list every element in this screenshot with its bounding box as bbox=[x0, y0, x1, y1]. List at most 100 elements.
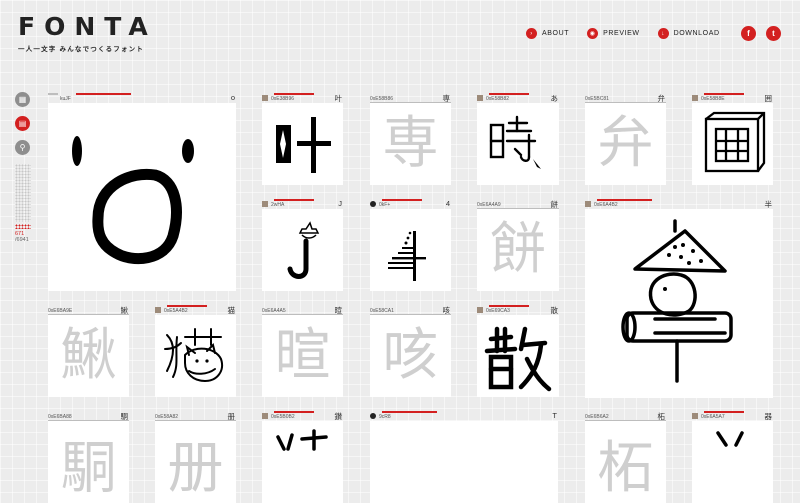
glyph-drawing bbox=[621, 219, 733, 383]
glyph-card[interactable] bbox=[262, 209, 343, 291]
glyph-card[interactable]: 専 bbox=[370, 103, 451, 185]
search-icon[interactable]: ⚲ bbox=[15, 140, 30, 155]
avatar bbox=[477, 307, 483, 313]
glyph-card[interactable]: 暄 bbox=[262, 315, 343, 397]
glyph-card[interactable] bbox=[48, 103, 236, 291]
glyph-card[interactable]: 餅 bbox=[477, 209, 559, 291]
ghost-glyph: 鰍 bbox=[60, 323, 117, 388]
glyph-card[interactable] bbox=[262, 421, 343, 503]
vote-bar bbox=[489, 93, 529, 95]
owner-code: 0xE5B0B2 bbox=[271, 414, 295, 420]
glyph-card[interactable] bbox=[370, 421, 558, 503]
avatar bbox=[692, 95, 698, 101]
cell-header: 0xE6A5A7 器 bbox=[692, 411, 773, 421]
vote-bar bbox=[274, 93, 314, 95]
ghost-glyph: 咳 bbox=[382, 323, 439, 388]
logo-text: FONTA bbox=[18, 12, 157, 41]
cell-header: 0xE5BC81 弁 bbox=[585, 93, 666, 104]
eye-icon: ◉ bbox=[587, 28, 599, 39]
glyph-card[interactable] bbox=[477, 103, 559, 185]
sidebar: ▦ ▤ ⚲ 671 /6941 bbox=[15, 92, 35, 243]
facebook-icon[interactable]: f bbox=[741, 26, 756, 41]
ghost-glyph: 册 bbox=[167, 436, 224, 501]
glyph-drawing bbox=[287, 221, 320, 279]
vote-bar bbox=[704, 93, 744, 95]
glyph-card[interactable]: 弁 bbox=[585, 103, 666, 185]
grid-view-icon[interactable]: ▦ bbox=[15, 92, 30, 107]
glyph-drawing bbox=[388, 231, 426, 281]
twitter-icon[interactable]: t bbox=[766, 26, 781, 41]
cell-header: 0xE58A82 册 bbox=[155, 411, 236, 422]
owner-code: 0xE6A5A7 bbox=[701, 414, 725, 420]
glyph-card[interactable] bbox=[155, 315, 236, 397]
ghost-glyph: 暄 bbox=[274, 323, 331, 388]
glyph-cell: 0xE58A82 册 册 bbox=[155, 411, 236, 503]
glyph-card[interactable]: 鰍 bbox=[48, 315, 129, 397]
cell-header: 0kF+ 4 bbox=[370, 199, 451, 209]
avatar bbox=[477, 95, 483, 101]
vote-bar bbox=[597, 199, 652, 201]
owner-code: 2wHA bbox=[271, 202, 285, 208]
owner-code: kuJF bbox=[60, 96, 71, 102]
nav-download[interactable]: ↓ DOWNLOAD bbox=[657, 28, 720, 39]
glyph-card[interactable] bbox=[692, 103, 773, 185]
avatar bbox=[370, 201, 376, 207]
cell-char: J bbox=[338, 199, 342, 208]
glyph-card[interactable]: 柘 bbox=[585, 421, 666, 503]
glyph-cell: 0xE5BC81 弁 弁 bbox=[585, 93, 666, 185]
glyph-card[interactable] bbox=[370, 209, 451, 291]
cell-header: 0xE6B6A2 柘 bbox=[585, 411, 666, 422]
card-view-icon[interactable]: ▤ bbox=[15, 116, 30, 131]
cell-header: 0xE5A4B2 猫 bbox=[155, 305, 236, 315]
nav-preview[interactable]: ◉ PREVIEW bbox=[587, 28, 639, 39]
glyph-card[interactable] bbox=[585, 209, 773, 398]
cell-header: 0xE58B82 あ bbox=[477, 93, 559, 103]
owner-code: 0xE38B96 bbox=[271, 96, 295, 102]
ghost-glyph: 弁 bbox=[597, 111, 654, 176]
progress-dots-filled bbox=[15, 224, 31, 229]
glyph-cell: 0xE58B86 専 専 bbox=[370, 93, 451, 185]
cell-header: 0xE58B86 専 bbox=[370, 93, 451, 104]
glyph-cell: 0xE6A5A7 器 bbox=[692, 411, 773, 503]
avatar bbox=[692, 413, 698, 419]
vote-bar bbox=[489, 305, 529, 307]
cell-char: T bbox=[552, 411, 557, 420]
main-nav: › ABOUT ◉ PREVIEW ↓ DOWNLOAD bbox=[526, 28, 720, 39]
cell-header: 0xE6A4A5 暄 bbox=[262, 305, 343, 316]
vote-bar bbox=[274, 411, 314, 413]
cell-header: 0xE69CA3 散 bbox=[477, 305, 559, 315]
glyph-cell: 0xE5B0B2 鑚 bbox=[262, 411, 343, 503]
glyph-cell: 0xE58B82 あ bbox=[477, 93, 559, 185]
avatar bbox=[262, 413, 268, 419]
glyph-drawing bbox=[704, 111, 766, 173]
vote-bar bbox=[704, 411, 744, 413]
progress-total: /6941 bbox=[15, 237, 29, 243]
cell-header: 0xE38B96 叶 bbox=[262, 93, 343, 103]
glyph-cell: 0xE6A4B2 半 bbox=[585, 199, 773, 398]
glyph-cell: 0xE5A4B2 猫 bbox=[155, 305, 236, 397]
glyph-card[interactable]: 咳 bbox=[370, 315, 451, 397]
site-logo[interactable]: FONTA 一人一文字 みんなでつくるフォント bbox=[18, 12, 157, 54]
cell-header: 0xE58CA1 咳 bbox=[370, 305, 451, 316]
owner-code: 9cR8 bbox=[379, 414, 391, 420]
cell-header: 2wHA J bbox=[262, 199, 343, 209]
glyph-card[interactable]: 駧 bbox=[48, 421, 129, 503]
glyph-drawing bbox=[276, 429, 328, 451]
glyph-card[interactable] bbox=[477, 315, 559, 397]
glyph-cell: 0xE6A4A5 暄 暄 bbox=[262, 305, 343, 397]
nav-download-label: DOWNLOAD bbox=[673, 30, 720, 37]
glyph-cell: 0xE58B8E 囲 bbox=[692, 93, 773, 185]
owner-code: 0xE5A4B2 bbox=[164, 308, 188, 314]
glyph-card[interactable]: 册 bbox=[155, 421, 236, 503]
glyph-card[interactable] bbox=[692, 421, 773, 503]
glyph-drawing bbox=[276, 117, 331, 173]
avatar bbox=[155, 307, 161, 313]
cell-header: kuJF o bbox=[48, 93, 236, 103]
download-icon: ↓ bbox=[657, 28, 669, 39]
vote-bar bbox=[382, 411, 437, 413]
owner-code: 0xE6A4B2 bbox=[594, 202, 618, 208]
cell-header: 9cR8 T bbox=[370, 411, 558, 421]
nav-about[interactable]: › ABOUT bbox=[526, 28, 569, 39]
glyph-card[interactable] bbox=[262, 103, 343, 185]
vote-bar bbox=[167, 305, 207, 307]
